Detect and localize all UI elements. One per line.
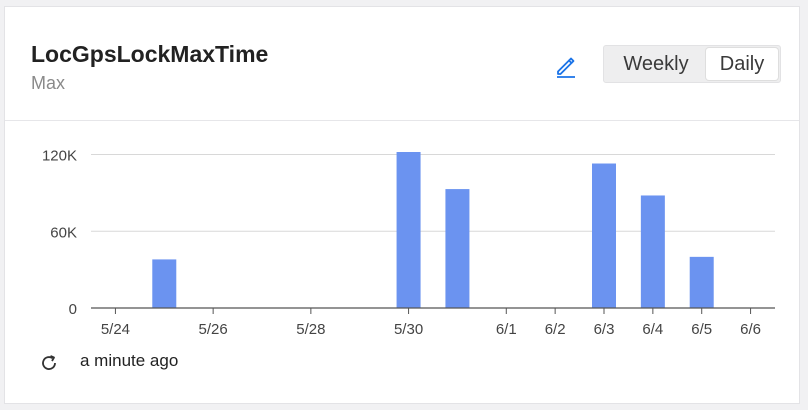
bar-5/25 <box>152 259 177 308</box>
bar-6/5 <box>689 256 714 308</box>
refresh-button[interactable] <box>35 349 63 377</box>
x-tick-label: 5/24 <box>101 321 130 338</box>
metric-card: LocGpsLockMaxTime Max Weekly Daily 0 60K 1… <box>4 6 800 404</box>
y-tick-label: 60K <box>50 224 77 241</box>
x-tick-label: 5/30 <box>394 321 423 338</box>
bar-5/31 <box>445 189 470 308</box>
refresh-icon <box>42 355 56 370</box>
x-tick-label: 6/2 <box>545 321 566 338</box>
x-tick-label: 6/1 <box>496 321 517 338</box>
bar-chart: 0 60K 120K 5/24 5/26 5/28 5/30 6/1 6/2 6/3 6/4 6/5 6… <box>42 148 775 338</box>
x-tick-label: 6/3 <box>594 321 615 338</box>
bar-5/30 <box>396 152 421 308</box>
y-tick-label: 120K <box>42 148 77 165</box>
last-updated-text: a minute ago <box>80 351 179 370</box>
x-tick-label: 6/5 <box>691 321 712 338</box>
bar-6/4 <box>640 195 665 308</box>
x-tick-label: 6/4 <box>642 321 663 338</box>
x-tick-label: 5/26 <box>199 321 228 338</box>
y-tick-label: 0 <box>69 301 77 318</box>
bar-6/3 <box>592 163 616 308</box>
x-tick-label: 5/28 <box>296 321 325 338</box>
x-tick-label: 6/6 <box>740 321 761 338</box>
